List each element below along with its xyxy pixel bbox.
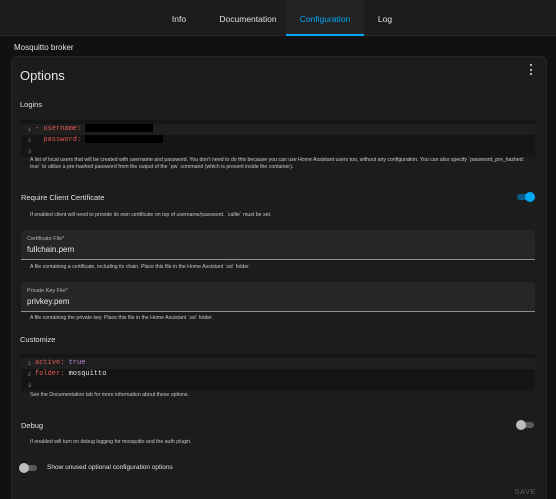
- line-number: 2: [27, 371, 31, 378]
- save-button[interactable]: SAVE: [515, 487, 536, 496]
- debug-toggle[interactable]: [516, 419, 536, 431]
- tab-bar: Info Documentation Configuration Log: [0, 0, 556, 36]
- show-unused-label: Show unused optional configuration optio…: [47, 464, 173, 471]
- certfile-help: A file containing a certificate, includi…: [30, 264, 250, 270]
- yaml-key-username: username:: [43, 125, 82, 133]
- customize-code-editor[interactable]: 1 active: true 2 folder: mosquitto 3: [21, 354, 535, 391]
- keyfile-help: A file containing the private key. Place…: [30, 315, 213, 321]
- redacted-password: [85, 135, 164, 144]
- logins-heading: Logins: [20, 100, 43, 109]
- line-number: 3: [27, 382, 31, 389]
- dots-vertical-icon[interactable]: [528, 64, 534, 76]
- require-client-certificate-toggle[interactable]: [516, 191, 536, 203]
- customize-help: See the Documentation tab for more infor…: [30, 392, 189, 398]
- yaml-value-active: true: [68, 359, 86, 367]
- line-number: 2: [27, 137, 31, 144]
- tab-configuration[interactable]: Configuration: [286, 0, 364, 36]
- line-number: 1: [27, 126, 31, 133]
- yaml-key-password: password:: [43, 136, 82, 144]
- options-title: Options: [20, 68, 65, 83]
- require-client-certificate-label: Require Client Certificate: [21, 193, 105, 202]
- yaml-key-folder: folder:: [35, 370, 65, 378]
- yaml-key-active: active:: [35, 359, 65, 367]
- tab-log[interactable]: Log: [364, 0, 406, 36]
- debug-label: Debug: [21, 421, 44, 430]
- show-unused-toggle[interactable]: [19, 462, 39, 474]
- redacted-username: [85, 124, 154, 133]
- certfile-label: Certificate File*: [27, 236, 65, 242]
- tab-info[interactable]: Info: [148, 0, 210, 36]
- logins-code-editor[interactable]: 1 - username: 2 password: 3: [21, 120, 535, 157]
- logins-help: A list of local users that will be creat…: [30, 157, 525, 170]
- customize-heading: Customize: [20, 335, 56, 344]
- addon-title: Mosquitto broker: [14, 43, 74, 52]
- certfile-value: fullchain.pem: [27, 245, 75, 254]
- keyfile-label: Private Key File*: [27, 288, 68, 294]
- certfile-field[interactable]: Certificate File* fullchain.pem: [21, 230, 535, 260]
- keyfile-value: privkey.pem: [27, 297, 70, 306]
- options-card: Options Logins 1 - username: 2 password:…: [11, 56, 547, 499]
- tab-documentation[interactable]: Documentation: [210, 0, 286, 36]
- line-number: 3: [27, 148, 31, 155]
- require-client-certificate-help: If enabled client will need to provide i…: [30, 212, 272, 218]
- line-number: 1: [27, 360, 31, 367]
- keyfile-field[interactable]: Private Key File* privkey.pem: [21, 282, 535, 312]
- debug-help: If enabled will turn on debug logging fo…: [30, 439, 192, 445]
- yaml-value-folder: mosquitto: [68, 370, 107, 378]
